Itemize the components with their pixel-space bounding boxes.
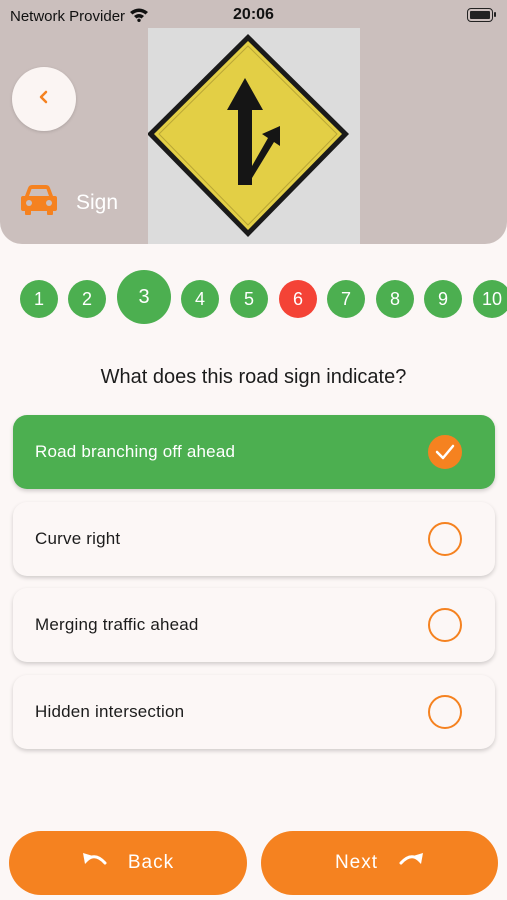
- answer-option-label: Road branching off ahead: [35, 442, 236, 461]
- answer-option-4[interactable]: Hidden intersection: [13, 675, 495, 749]
- category-label: Sign: [76, 190, 119, 214]
- question-number-1[interactable]: 1: [20, 280, 58, 318]
- question-number-bar[interactable]: 1 2 3 4 5 6 7 8 9 10: [0, 270, 507, 326]
- question-text: What does this road sign indicate?: [100, 366, 407, 388]
- question-number-4[interactable]: 4: [181, 280, 219, 318]
- answer-option-label: Curve right: [35, 529, 121, 548]
- category: Sign: [20, 184, 118, 221]
- back-circle-button[interactable]: [12, 67, 76, 131]
- chevron-left-icon: [37, 89, 51, 110]
- answer-option-2[interactable]: Curve right: [13, 502, 495, 576]
- question-number-3-current[interactable]: 3: [117, 270, 171, 324]
- car-icon: [20, 184, 58, 221]
- status-bar: Network Provider 20:06: [0, 0, 507, 30]
- question-number-7[interactable]: 7: [327, 280, 365, 318]
- question-number-2[interactable]: 2: [68, 280, 106, 318]
- answer-option-label: Merging traffic ahead: [35, 615, 199, 634]
- radio-circle-icon: [428, 608, 462, 642]
- radio-circle-icon: [428, 522, 462, 556]
- header: Network Provider 20:06 Sign: [0, 0, 507, 244]
- next-button[interactable]: Next: [261, 831, 498, 895]
- radio-circle-icon: [428, 695, 462, 729]
- answer-option-label: Hidden intersection: [35, 702, 185, 721]
- clock: 20:06: [233, 6, 274, 23]
- back-button[interactable]: Back: [9, 831, 247, 895]
- question-number-6[interactable]: 6: [279, 280, 317, 318]
- question-number-5[interactable]: 5: [230, 280, 268, 318]
- undo-icon: [82, 850, 110, 876]
- battery-icon: [467, 8, 496, 22]
- question-number-9[interactable]: 9: [424, 280, 462, 318]
- question-number-10[interactable]: 10: [473, 280, 507, 318]
- road-sign-image: [147, 28, 360, 244]
- next-button-label: Next: [334, 852, 379, 873]
- redo-icon: [396, 850, 424, 876]
- back-button-label: Back: [127, 852, 175, 873]
- check-icon: [428, 435, 462, 469]
- question-number-8[interactable]: 8: [376, 280, 414, 318]
- answer-option-3[interactable]: Merging traffic ahead: [13, 588, 495, 662]
- answer-option-1[interactable]: Road branching off ahead: [13, 415, 495, 489]
